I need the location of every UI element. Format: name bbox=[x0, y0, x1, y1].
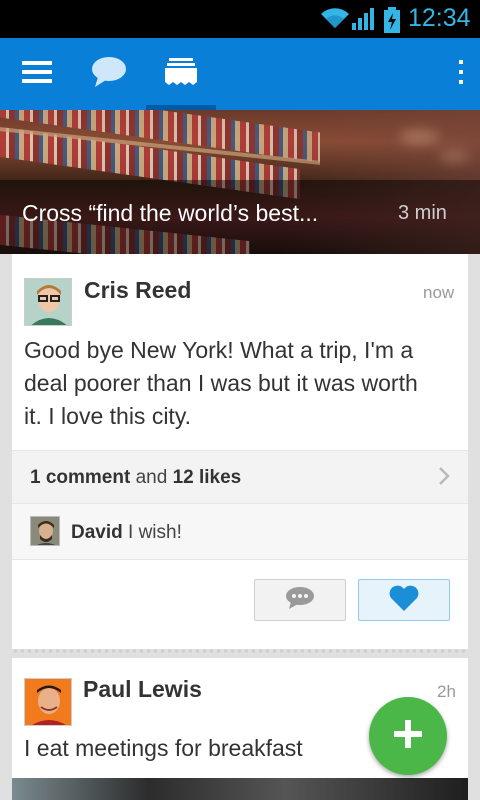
tab-feed[interactable] bbox=[146, 38, 216, 110]
action-bar bbox=[0, 38, 480, 110]
like-button[interactable] bbox=[358, 579, 450, 621]
avatar[interactable] bbox=[24, 678, 72, 726]
wifi-icon bbox=[320, 6, 350, 35]
like-count: 12 likes bbox=[172, 467, 242, 488]
comment-item: David I wish! bbox=[12, 504, 468, 560]
card-separator bbox=[12, 648, 468, 654]
plus-icon bbox=[393, 719, 423, 754]
hero-time: 3 min bbox=[398, 202, 447, 224]
post-text-line: deal poorer than I was but it was worth bbox=[24, 370, 418, 396]
post-stats: 1 comment and 12 likes bbox=[30, 467, 241, 489]
post-text-line: Good bye New York! What a trip, I'm a bbox=[24, 337, 414, 363]
heart-icon bbox=[388, 584, 420, 617]
comment-body: I wish! bbox=[128, 522, 182, 543]
comment-text: David I wish! bbox=[71, 522, 182, 544]
post-text-line: it. I love this city. bbox=[24, 403, 192, 429]
overflow-menu-icon bbox=[458, 59, 464, 89]
comment-count: 1 comment bbox=[30, 467, 131, 488]
menu-button[interactable] bbox=[8, 38, 66, 110]
chevron-right-icon bbox=[437, 465, 451, 492]
post-author[interactable]: Paul Lewis bbox=[83, 676, 202, 703]
chat-bubble-icon bbox=[91, 56, 127, 93]
signal-icon bbox=[352, 8, 376, 35]
post-time: now bbox=[423, 283, 455, 302]
avatar[interactable] bbox=[24, 278, 72, 326]
comment-icon bbox=[285, 586, 315, 615]
menu-icon bbox=[22, 60, 52, 89]
status-clock: 12:34 bbox=[408, 4, 471, 32]
battery-charging-icon bbox=[383, 7, 401, 38]
comment-button[interactable] bbox=[254, 579, 346, 621]
overflow-menu-button[interactable] bbox=[446, 38, 476, 110]
hero-caption: Cross “find the world’s best... bbox=[22, 200, 319, 226]
comments-likes-row[interactable]: 1 comment and 12 likes bbox=[12, 450, 468, 504]
hero-story-banner[interactable]: Cross “find the world’s best... 3 min bbox=[0, 110, 480, 254]
post-image[interactable] bbox=[12, 778, 468, 800]
post-author[interactable]: Cris Reed bbox=[84, 277, 191, 304]
avatar[interactable] bbox=[30, 516, 60, 546]
post-card[interactable]: Cris Reed now Good bye New York! What a … bbox=[12, 254, 468, 649]
status-bar: 12:34 bbox=[0, 0, 480, 38]
tab-chat[interactable] bbox=[80, 38, 138, 110]
stats-conjunction: and bbox=[135, 467, 168, 488]
post-time: 2h bbox=[437, 682, 456, 701]
post-text: I eat meetings for breakfast bbox=[24, 735, 303, 761]
feed-cards-icon bbox=[164, 56, 198, 93]
comment-author[interactable]: David bbox=[71, 522, 123, 543]
compose-fab[interactable] bbox=[369, 697, 447, 775]
